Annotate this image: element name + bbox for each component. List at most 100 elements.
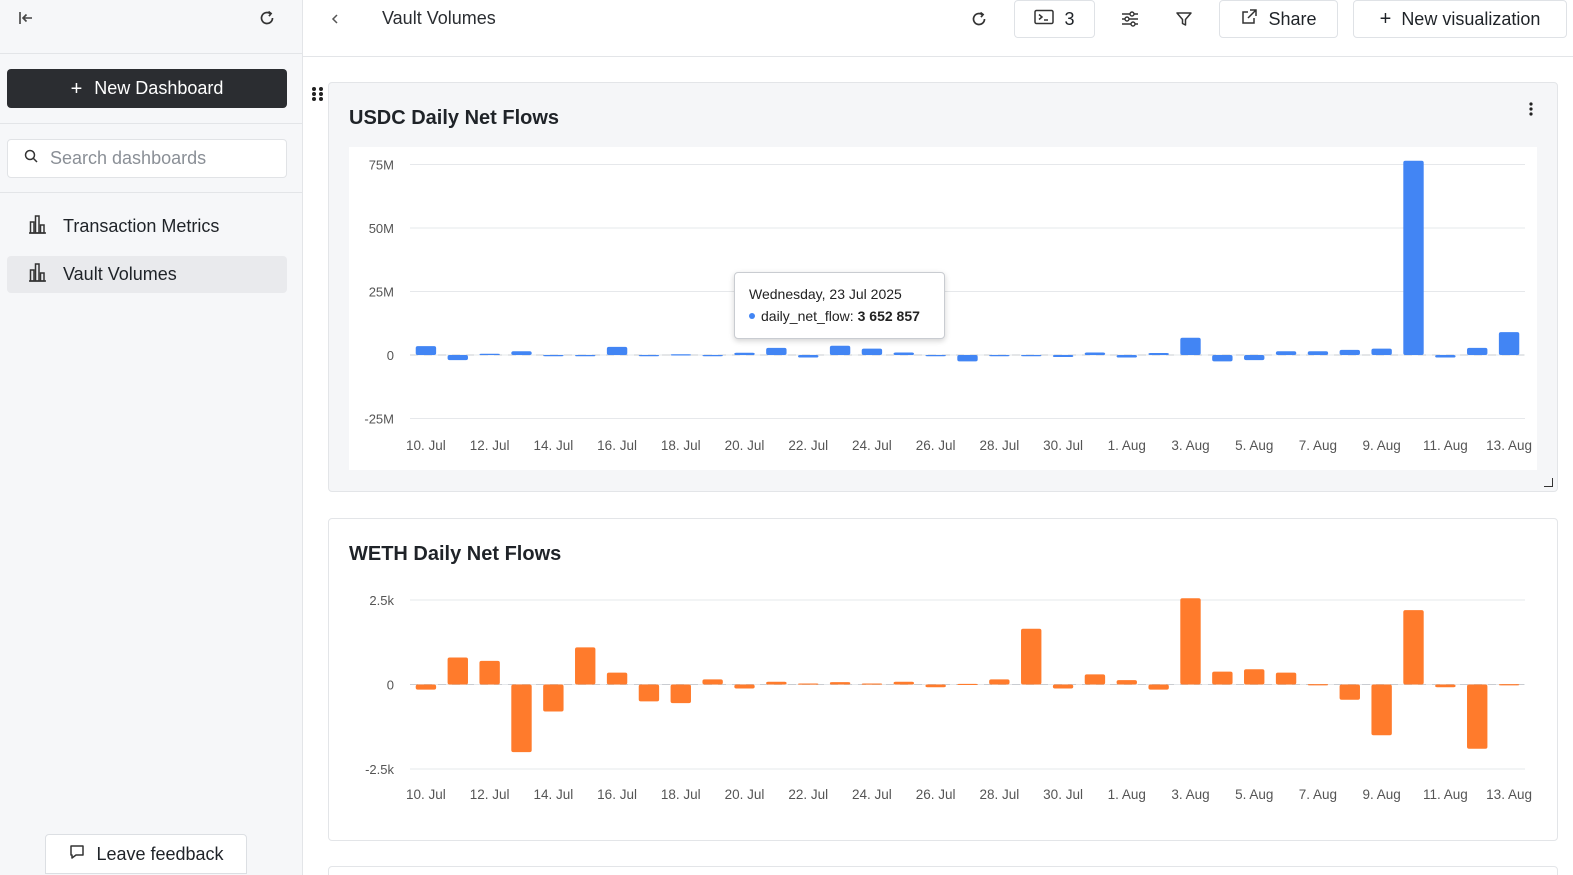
weth-chart-panel: WETH Daily Net Flows 2.5k 0 -2.5k 10. Jul 12… [328,518,1558,841]
bar [415,346,437,355]
leave-feedback-button[interactable]: Leave feedback [45,834,247,874]
weth-chart-area: 2.5k 0 -2.5k 10. Jul 12. Jul 14. Jul 16. Jul 18… [349,583,1537,823]
collapse-sidebar-icon[interactable] [12,4,40,32]
x-tick-label: 11. Aug [1423,438,1468,453]
divider [0,192,302,193]
sidebar-item-vault-volumes[interactable]: Vault Volumes [7,256,287,293]
y-tick-label: 25M [369,285,394,300]
tooltip-series-line: daily_net_flow: 3 652 857 [749,308,944,324]
x-tick-label: 22. Jul [788,787,828,802]
y-tick-label: 0 [387,678,394,693]
bar [1148,684,1169,690]
next-chart-panel [328,866,1558,875]
settings-sliders-icon[interactable] [1116,5,1144,33]
bar [734,684,755,689]
x-tick-label: 16. Jul [597,438,637,453]
x-tick-label: 12. Jul [470,438,510,453]
bar [1307,684,1329,686]
console-button[interactable]: 3 [1014,0,1095,38]
new-dashboard-button[interactable]: + New Dashboard [7,69,287,108]
x-tick-label: 22. Jul [788,438,828,453]
share-button[interactable]: Share [1219,0,1338,38]
x-tick-label: 18. Jul [661,787,701,802]
bar [543,684,564,712]
bar [1116,355,1137,358]
bar [861,348,883,355]
bar [479,353,500,355]
external-link-icon [1240,8,1258,31]
x-tick-label: 12. Jul [470,787,510,802]
x-tick-label: 7. Aug [1299,787,1337,802]
plus-icon: + [70,77,83,100]
page-title: Vault Volumes [382,8,496,28]
bar [638,355,660,357]
bar [1275,672,1297,685]
sidebar-item-label: Vault Volumes [63,264,177,284]
x-tick-label: 1. Aug [1108,438,1146,453]
bar [1467,684,1488,749]
bar [798,355,819,358]
bar [893,681,914,685]
bar [670,354,691,356]
share-label: Share [1268,8,1317,29]
bar [1212,355,1233,362]
x-tick-label: 11. Aug [1423,787,1468,802]
sidebar-item-transaction-metrics[interactable]: Transaction Metrics [7,208,287,245]
resize-handle-icon[interactable] [1544,478,1553,487]
weth-bar-chart[interactable]: 2.5k 0 -2.5k 10. Jul 12. Jul 14. Jul 16. Jul 18… [349,583,1537,823]
plus-icon: + [1379,7,1392,30]
bar [1435,684,1456,688]
tooltip-date: Wednesday, 23 Jul 2025 [749,286,902,302]
bar [893,352,914,355]
bar [1052,355,1074,358]
x-tick-label: 26. Jul [916,438,956,453]
bar [702,355,723,357]
x-tick-label: 30. Jul [1043,787,1083,802]
bar [1371,684,1392,736]
tooltip-series-name: daily_net_flow: [761,308,854,324]
filter-icon[interactable] [1170,5,1198,33]
bar [1212,671,1233,685]
bar [1180,337,1201,355]
y-tick-label: 50M [369,221,394,236]
y-tick-label: 0 [387,348,394,363]
new-visualization-button[interactable]: + New visualization [1353,0,1567,38]
x-tick-label: 26. Jul [916,787,956,802]
new-visualization-label: New visualization [1401,8,1541,29]
bar [1498,684,1520,686]
y-tick-label: 75M [369,158,394,173]
x-tick-label: 1. Aug [1108,787,1146,802]
terminal-icon [1034,9,1055,30]
search-input[interactable] [50,148,270,169]
x-tick-label: 14. Jul [533,787,573,802]
x-tick-label: 3. Aug [1171,438,1209,453]
bar [1116,680,1137,685]
x-tick-label: 18. Jul [661,438,701,453]
x-tick-label: 24. Jul [852,438,892,453]
bar [1244,669,1265,685]
more-options-icon[interactable] [1521,99,1541,119]
x-tick-label: 20. Jul [725,438,765,453]
bar [606,672,628,685]
bar [989,679,1010,685]
x-tick-label: 20. Jul [725,787,765,802]
refresh-icon[interactable] [253,4,281,32]
bar [575,355,596,357]
app-root: + New Dashboard Transaction Metrics Vaul… [0,0,1573,875]
bar [798,683,819,685]
drag-handle-icon[interactable] [311,86,325,107]
bar-chart-icon [27,262,47,287]
bar [1467,347,1488,355]
bar [511,351,532,355]
bar [957,683,978,686]
refresh-icon[interactable] [965,5,993,33]
bar [766,347,787,355]
console-count: 3 [1064,8,1075,29]
search-box[interactable] [7,139,287,178]
bar [479,660,500,685]
bar [447,657,468,685]
bar [989,355,1010,357]
bar [1498,332,1520,355]
back-chevron-icon[interactable] [321,5,349,33]
sidebar: + New Dashboard Transaction Metrics Vaul… [0,0,303,875]
